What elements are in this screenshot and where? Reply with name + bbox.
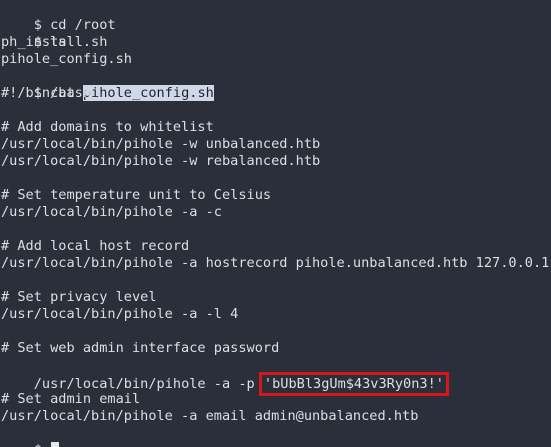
output-line: /usr/local/bin/pihole -a -c bbox=[1, 204, 222, 220]
output-line: /usr/local/bin/pihole -w unbalanced.htb bbox=[1, 136, 321, 152]
output-line: /usr/local/bin/pihole -a -p 'bUbBl3gUm$4… bbox=[1, 359, 449, 396]
output-line: /usr/local/bin/pihole -w rebalanced.htb bbox=[1, 153, 321, 169]
output-line: /usr/local/bin/pihole -a -l 4 bbox=[1, 306, 239, 322]
text-cursor bbox=[51, 442, 60, 447]
terminal-window[interactable]: $ cd /root $ ls ph_install.sh pihole_con… bbox=[0, 0, 551, 447]
command-line: $ cat pihole_config.sh bbox=[1, 68, 214, 101]
comment-line: # Set temperature unit to Celsius bbox=[1, 187, 272, 203]
selected-text[interactable]: pihole_config.sh bbox=[82, 85, 214, 101]
output-line: pihole_config.sh bbox=[1, 51, 132, 67]
password-highlight: 'bUbBl3gUm$43v3Ry0n3!' bbox=[258, 372, 449, 396]
output-line: ph_install.sh bbox=[1, 34, 108, 50]
output-line: /usr/local/bin/pihole -a hostrecord piho… bbox=[1, 255, 550, 271]
comment-line: # Set privacy level bbox=[1, 289, 157, 305]
comment-line: # Add domains to whitelist bbox=[1, 119, 214, 135]
output-line: /usr/local/bin/pihole -a email admin@unb… bbox=[1, 408, 419, 424]
prompt: $ bbox=[34, 442, 42, 447]
comment-line: # Set web admin interface password bbox=[1, 340, 280, 356]
comment-line: # Add local host record bbox=[1, 238, 190, 254]
command-line[interactable]: $ bbox=[1, 425, 60, 447]
command-line: $ cd /root bbox=[1, 0, 116, 33]
comment-line: # Set admin email bbox=[1, 391, 141, 407]
output-line: #!/bin/bash bbox=[1, 85, 92, 101]
command-line: $ ls bbox=[1, 17, 67, 50]
command-text: /usr/local/bin/pihole -a -p bbox=[33, 376, 263, 392]
